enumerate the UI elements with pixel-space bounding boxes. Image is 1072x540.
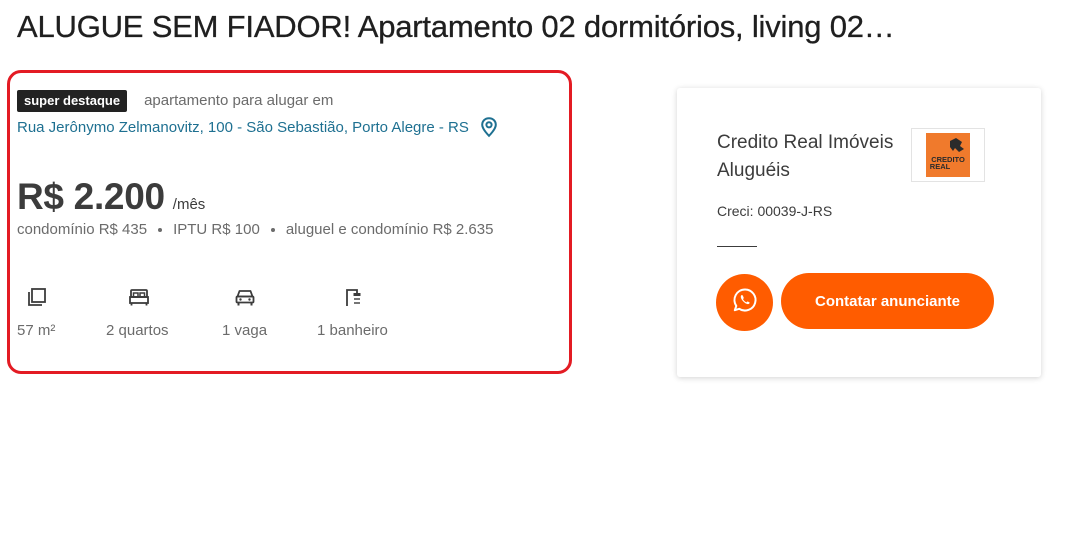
feature-parking-label: 1 vaga (222, 322, 268, 339)
property-type-label: apartamento para alugar em (144, 92, 334, 109)
advertiser-logo[interactable]: CREDITO REAL (911, 128, 985, 182)
shower-icon (343, 286, 365, 308)
bed-icon (128, 286, 150, 308)
address-row[interactable]: Rua Jerônymo Zelmanovitz, 100 - São Seba… (17, 116, 557, 138)
feature-bedrooms: 2 quartos (106, 286, 169, 339)
advertiser-card: Credito Real Imóveis Aluguéis CREDITO RE… (677, 88, 1041, 377)
listing-page: ALUGUE SEM FIADOR! Apartamento 02 dormit… (0, 0, 1072, 540)
feature-bedrooms-label: 2 quartos (106, 322, 169, 339)
car-icon (234, 286, 256, 308)
listing-header-row: super destaque apartamento para alugar e… (17, 89, 557, 112)
feature-bathrooms-label: 1 banheiro (317, 322, 388, 339)
iptu-fee: IPTU R$ 100 (173, 221, 260, 238)
credito-real-logo: CREDITO REAL (926, 133, 970, 177)
whatsapp-icon (732, 287, 758, 318)
condo-fee: condomínio R$ 435 (17, 221, 148, 238)
feature-area: 57 m² (17, 286, 55, 339)
super-highlight-badge: super destaque (17, 89, 128, 112)
area-icon (26, 286, 48, 308)
listing-title: ALUGUE SEM FIADOR! Apartamento 02 dormit… (17, 9, 895, 44)
creci-number: Creci: 00039-J-RS (717, 203, 833, 219)
contact-advertiser-button[interactable]: Contatar anunciante (781, 273, 994, 329)
price-unit: /mês (172, 196, 206, 213)
svg-text:REAL: REAL (930, 162, 951, 171)
separator-dot (158, 227, 163, 232)
listing-summary: super destaque apartamento para alugar e… (17, 89, 557, 339)
additional-costs: condomínio R$ 435 IPTU R$ 100 aluguel e … (17, 221, 557, 238)
rent-price: R$ 2.200 (17, 176, 165, 217)
price-row: R$ 2.200 /mês (17, 176, 557, 218)
feature-parking: 1 vaga (222, 286, 267, 339)
property-features: 57 m² 2 quartos 1 vaga 1 banheiro (17, 286, 557, 346)
divider (717, 246, 757, 247)
feature-bathrooms: 1 banheiro (317, 286, 388, 339)
map-pin-icon[interactable] (479, 116, 499, 138)
feature-area-label: 57 m² (17, 322, 56, 339)
advertiser-name[interactable]: Credito Real Imóveis Aluguéis (717, 129, 917, 185)
whatsapp-button[interactable] (716, 274, 773, 331)
separator-dot (270, 227, 275, 232)
address-link[interactable]: Rua Jerônymo Zelmanovitz, 100 - São Seba… (17, 119, 469, 136)
total-cost: aluguel e condomínio R$ 2.635 (285, 221, 494, 238)
